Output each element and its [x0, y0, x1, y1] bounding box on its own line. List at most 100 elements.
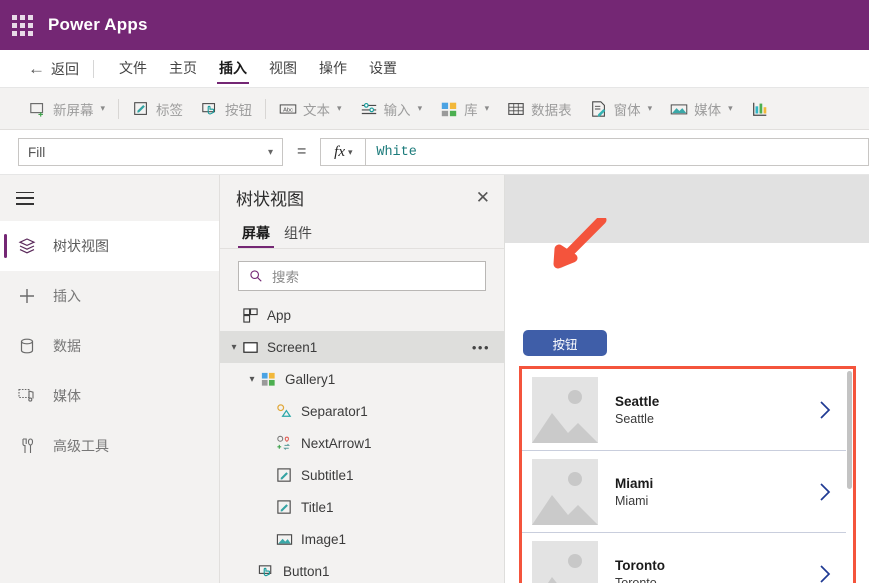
text-abc-icon: Abc — [279, 103, 297, 114]
chevron-down-icon: ▾ — [647, 103, 653, 113]
button-cursor-icon — [202, 102, 216, 114]
tree-view-tabs: 屏幕 组件 — [220, 219, 504, 249]
menu-item-insert[interactable]: 插入 — [208, 50, 258, 87]
chevron-down-icon[interactable]: ▾ — [244, 374, 260, 385]
screen-surface[interactable]: 按钮 Seattle Seattle Miami Miami Toronto T… — [505, 243, 869, 583]
advanced-tools-icon — [22, 438, 34, 453]
gallery-scrollbar[interactable] — [846, 369, 853, 583]
tree-node-separator1[interactable]: Separator1 — [220, 395, 504, 427]
gallery-item-title: Toronto — [615, 557, 665, 573]
ribbon-text-button[interactable]: Abc 文本 ▾ — [270, 92, 351, 126]
tree-node-subtitle1[interactable]: Subtitle1 — [220, 459, 504, 491]
ribbon-button-button[interactable]: 按钮 — [192, 92, 261, 126]
chevron-down-icon[interactable]: ▾ — [226, 342, 242, 353]
ribbon-button-label: 按钮 — [225, 102, 253, 118]
tree-view-panel: 树状视图 ✕ 屏幕 组件 搜索 App ▾ Screen1 ••• ▾ Gall… — [220, 175, 505, 583]
image-placeholder-icon — [532, 376, 598, 443]
tree-node-app[interactable]: App — [220, 299, 504, 331]
gallery-scrollbar-thumb[interactable] — [847, 371, 852, 489]
image-placeholder-icon — [532, 540, 598, 583]
app-canvas[interactable]: 按钮 Seattle Seattle Miami Miami Toronto T… — [505, 175, 869, 583]
ribbon-new-screen-button[interactable]: 新屏幕 ▾ — [20, 92, 114, 126]
chevron-down-icon: ▾ — [100, 103, 106, 113]
new-screen-icon — [30, 102, 44, 117]
ribbon-label-button[interactable]: 标签 — [123, 92, 192, 126]
ribbon-media-button[interactable]: 媒体 ▾ — [661, 92, 742, 126]
label-pencil-icon — [134, 101, 147, 115]
tree-node-title1[interactable]: Title1 — [220, 491, 504, 523]
gallery-item[interactable]: Seattle Seattle — [522, 369, 853, 451]
thumb-sun — [568, 389, 582, 404]
ribbon-datatable-button[interactable]: 数据表 — [498, 92, 581, 126]
property-dropdown[interactable]: Fill ▾ — [18, 138, 283, 166]
tree-node-screen1[interactable]: ▾ Screen1 ••• — [220, 331, 504, 363]
sidebar-item-advanced-tools[interactable]: 高级工具 — [0, 421, 219, 471]
media-image-icon — [670, 103, 688, 114]
tree-node-nextarrow1[interactable]: NextArrow1 — [220, 427, 504, 459]
form-edit-icon — [591, 100, 605, 117]
formula-input[interactable]: White — [366, 138, 869, 166]
label-pencil-icon — [277, 499, 291, 514]
close-icon[interactable]: ✕ — [476, 189, 490, 206]
menu-item-action[interactable]: 操作 — [308, 50, 358, 87]
tree-node-gallery1[interactable]: ▾ Gallery1 — [220, 363, 504, 395]
tree-node-image1[interactable]: Image1 — [220, 523, 504, 555]
ribbon-label-label: 标签 — [156, 102, 184, 118]
search-input[interactable]: 搜索 — [238, 261, 486, 291]
tree-node-button1-label: Button1 — [283, 563, 330, 579]
chevron-down-icon: ▾ — [347, 146, 353, 157]
gallery-item-subtitle: Toronto — [615, 575, 657, 583]
left-navigation-rail: 树状视图 插入 数据 媒体 高级工具 — [0, 175, 220, 583]
ribbon-chart-button[interactable] — [742, 92, 769, 126]
tree-view-header: 树状视图 ✕ — [220, 175, 504, 219]
gallery-squares-icon — [441, 102, 457, 116]
chevron-right-icon[interactable] — [819, 564, 831, 583]
sidebar-item-media[interactable]: 媒体 — [0, 371, 219, 421]
ribbon-form-label: 窗体 — [613, 102, 641, 118]
chevron-right-icon[interactable] — [819, 482, 831, 502]
app-icon — [243, 307, 258, 323]
sidebar-item-media-label: 媒体 — [53, 388, 81, 404]
menu-item-home[interactable]: 主页 — [158, 50, 208, 87]
chevron-right-icon[interactable] — [819, 400, 831, 420]
sidebar-item-tree-view[interactable]: 树状视图 — [0, 221, 219, 271]
tree-node-button1[interactable]: Button1 — [220, 555, 504, 583]
tab-components[interactable]: 组件 — [278, 219, 318, 248]
sidebar-item-data[interactable]: 数据 — [0, 321, 219, 371]
gallery-item[interactable]: Toronto Toronto — [522, 533, 853, 583]
menu-item-file[interactable]: 文件 — [108, 50, 158, 87]
canvas-gallery-control[interactable]: Seattle Seattle Miami Miami Toronto Toro… — [519, 366, 856, 583]
back-button[interactable]: ← 返回 — [28, 59, 79, 79]
separator-icon — [277, 403, 292, 417]
chevron-down-icon: ▾ — [337, 103, 342, 113]
ribbon-divider — [265, 98, 267, 119]
tree-node-more-icon[interactable]: ••• — [472, 340, 490, 355]
ribbon-gallery-button[interactable]: 库 ▾ — [431, 92, 498, 126]
gallery-scroll-area[interactable]: Seattle Seattle Miami Miami Toronto Toro… — [522, 369, 853, 583]
data-table-icon — [508, 102, 524, 115]
image-placeholder-icon — [532, 458, 598, 525]
sidebar-item-insert-label: 插入 — [53, 288, 81, 304]
image-icon — [276, 533, 293, 545]
insert-ribbon-toolbar: 新屏幕 ▾ 标签 按钮 Abc 文本 ▾ 输入 ▾ 库 ▾ 数据表 窗体 ▾ 媒… — [0, 88, 869, 130]
search-input-placeholder: 搜索 — [272, 270, 299, 285]
gallery-item[interactable]: Miami Miami — [522, 451, 853, 533]
tab-screens[interactable]: 屏幕 — [236, 219, 276, 248]
top-app-bar: Power Apps — [0, 0, 869, 50]
sidebar-item-insert[interactable]: 插入 — [0, 271, 219, 321]
waffle-grid-icon[interactable] — [10, 13, 34, 37]
fx-icon: fx — [334, 143, 345, 160]
tree-node-separator1-label: Separator1 — [301, 403, 368, 419]
fx-button[interactable]: fx ▾ — [320, 138, 367, 166]
rail-collapse-button[interactable] — [0, 175, 219, 221]
tree-node-gallery1-label: Gallery1 — [285, 371, 336, 387]
tree-view-title: 树状视图 — [236, 189, 304, 209]
screen-icon — [243, 341, 258, 353]
canvas-button-control[interactable]: 按钮 — [523, 330, 607, 356]
menu-item-view[interactable]: 视图 — [258, 50, 308, 87]
ribbon-form-button[interactable]: 窗体 ▾ — [581, 92, 662, 126]
ribbon-input-button[interactable]: 输入 ▾ — [351, 92, 432, 126]
thumb-sun — [568, 471, 582, 486]
menu-item-settings[interactable]: 设置 — [358, 50, 408, 87]
ribbon-datatable-label: 数据表 — [531, 102, 572, 118]
